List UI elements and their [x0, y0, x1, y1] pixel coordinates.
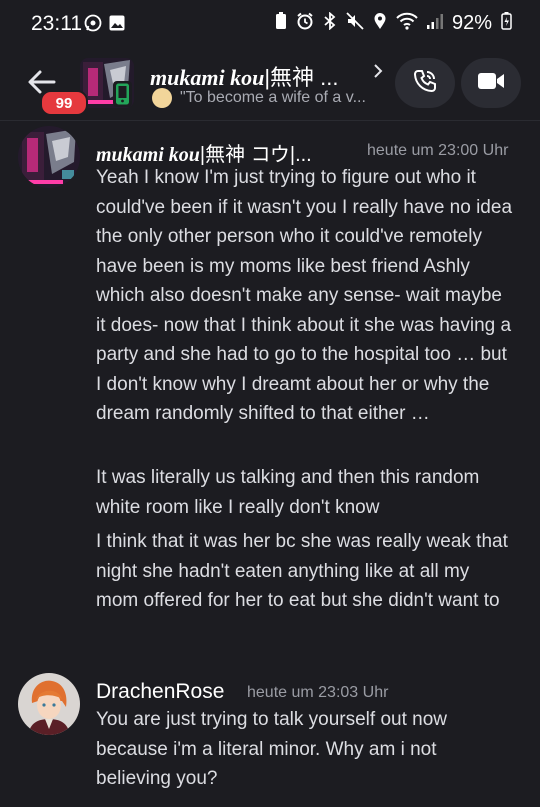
message-author-avatar[interactable]: [18, 673, 80, 735]
message-text[interactable]: I think that it was her bc she was reall…: [96, 527, 516, 616]
whatsapp-icon: [84, 14, 102, 32]
wifi-icon: [396, 12, 418, 35]
video-call-button[interactable]: [461, 58, 521, 108]
phone-icon: [412, 68, 438, 99]
location-icon: [373, 12, 387, 35]
chat-header: 99 mukami kou|無神 ... "To become a wife o…: [0, 50, 540, 121]
video-camera-icon: [477, 70, 505, 97]
clock: 23:11: [31, 12, 82, 35]
mobile-status-icon: [113, 81, 132, 107]
recipient-custom-status: "To become a wife of a v...: [180, 89, 366, 106]
battery-icon: [501, 12, 512, 35]
message-timestamp: heute um 23:00 Uhr: [367, 142, 509, 159]
alarm-icon: [296, 12, 314, 35]
battery-level: 92%: [451, 12, 492, 34]
message-text[interactable]: You are just trying to talk yourself out…: [96, 705, 516, 794]
gallery-icon: [108, 14, 126, 32]
unread-count-badge: 99: [40, 90, 88, 116]
voice-call-button[interactable]: [395, 58, 455, 108]
signal-icon: [426, 12, 443, 35]
status-emoji-icon: [152, 88, 172, 108]
lock-battery-icon: [275, 12, 287, 35]
message-author-name[interactable]: DrachenRose: [96, 680, 224, 704]
message-timestamp: heute um 23:03 Uhr: [247, 684, 389, 701]
status-bar: 23:11 92%: [0, 0, 540, 50]
mute-icon: [346, 12, 364, 35]
message-text[interactable]: It was literally us talking and then thi…: [96, 463, 516, 522]
message-text[interactable]: Yeah I know I'm just trying to figure ou…: [96, 163, 516, 429]
recipient-name[interactable]: mukami kou|無神 ...: [150, 60, 338, 92]
bluetooth-icon: [323, 11, 337, 35]
message-author-avatar[interactable]: [18, 126, 80, 188]
chevron-right-icon[interactable]: [372, 62, 384, 85]
